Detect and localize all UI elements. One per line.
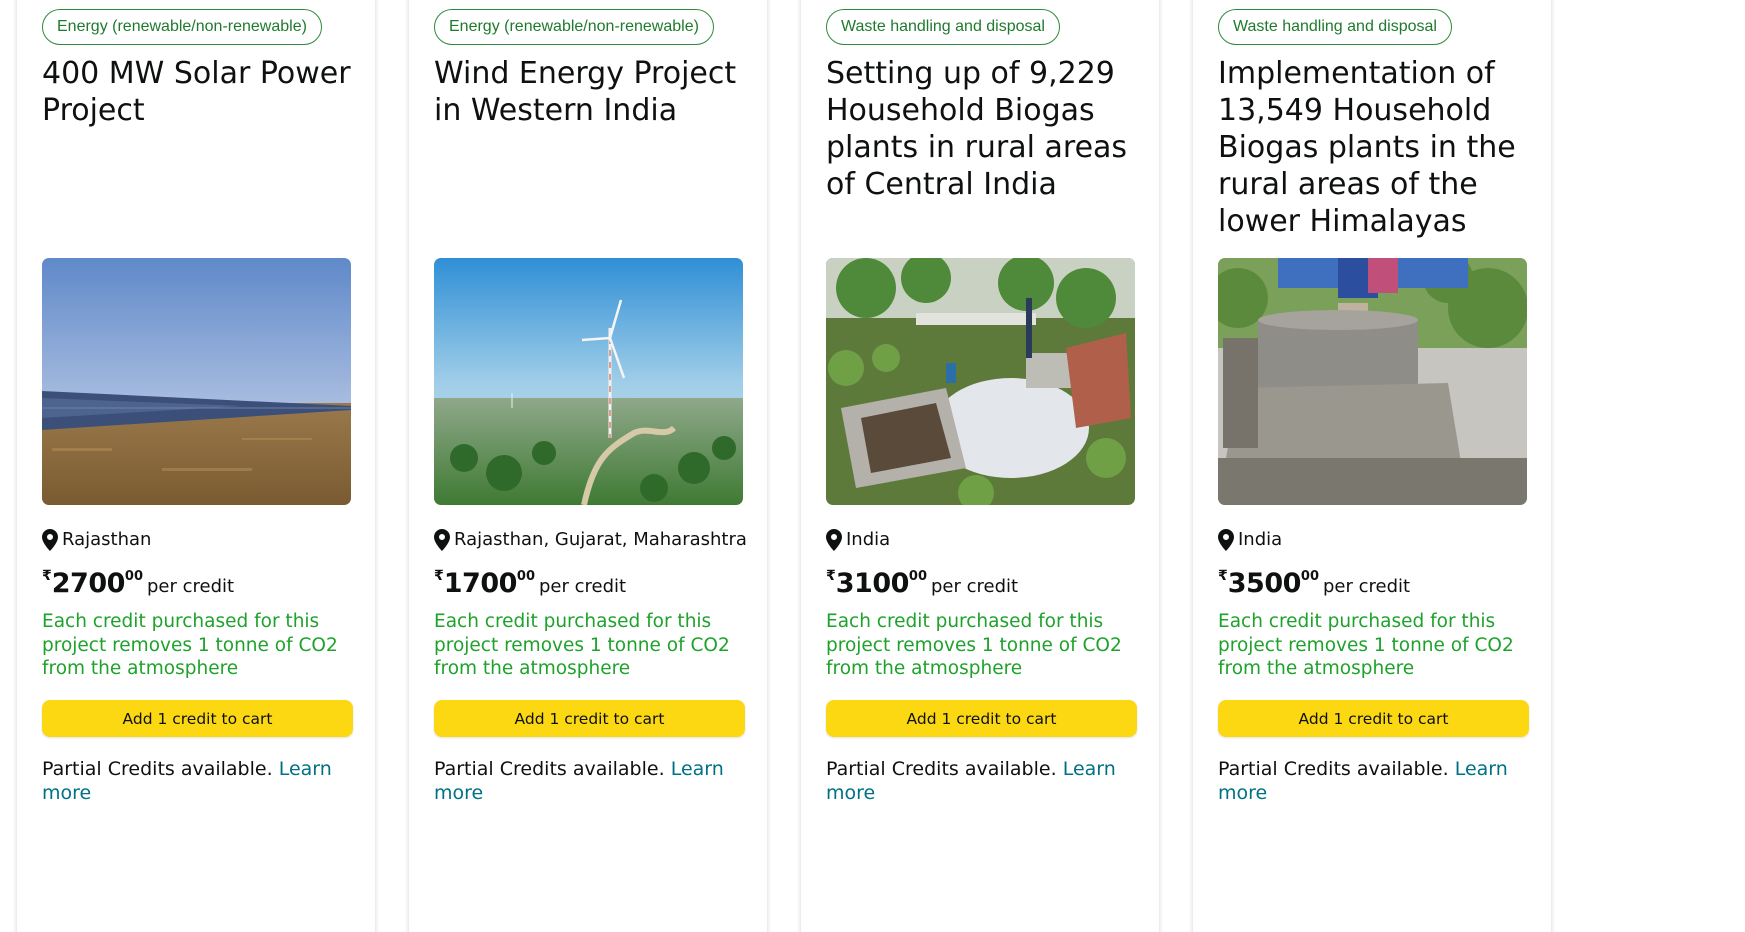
price: ₹270000 per credit [42, 568, 234, 599]
location-pin-icon [434, 529, 450, 551]
location: Rajasthan [42, 528, 151, 552]
currency-symbol: ₹ [826, 568, 836, 584]
price-unit: per credit [539, 576, 627, 597]
project-title[interactable]: Setting up of 9,229 Household Biogas pla… [826, 55, 1138, 245]
add-to-cart-button[interactable]: Add 1 credit to cart [1218, 700, 1529, 737]
currency-symbol: ₹ [1218, 568, 1228, 584]
location: Rajasthan, Gujarat, Maharashtra [434, 528, 747, 552]
currency-symbol: ₹ [42, 568, 52, 584]
add-to-cart-button[interactable]: Add 1 credit to cart [434, 700, 745, 737]
project-title[interactable]: Implementation of 13,549 Household Bioga… [1218, 55, 1530, 245]
price: ₹170000 per credit [434, 568, 626, 599]
impact-text: Each credit purchased for this project r… [434, 611, 730, 679]
location-text: Rajasthan [62, 529, 152, 550]
price-fraction: 00 [516, 569, 535, 584]
currency-symbol: ₹ [434, 568, 444, 584]
add-to-cart-button[interactable]: Add 1 credit to cart [826, 700, 1137, 737]
wind-turbine-photo[interactable] [434, 258, 743, 505]
project-card-solar: Energy (renewable/non-renewable) 400 MW … [17, 0, 375, 932]
biogas-dome-photo[interactable] [1218, 258, 1527, 505]
project-title[interactable]: 400 MW Solar Power Project [42, 55, 354, 245]
impact-text: Each credit purchased for this project r… [1218, 611, 1514, 679]
project-title[interactable]: Wind Energy Project in Western India [434, 55, 746, 245]
location-pin-icon [826, 529, 842, 551]
partial-credits-note: Partial Credits available. Learn more [434, 757, 734, 805]
partial-credits-note: Partial Credits available. Learn more [1218, 757, 1518, 805]
partial-credits-text: Partial Credits available. [1218, 758, 1449, 780]
price-whole: 2700 [51, 568, 126, 599]
category-tag[interactable]: Waste handling and disposal [826, 9, 1060, 45]
price-whole: 1700 [443, 568, 518, 599]
add-to-cart-button[interactable]: Add 1 credit to cart [42, 700, 353, 737]
price-fraction: 00 [124, 569, 143, 584]
price-whole: 3100 [835, 568, 910, 599]
location-pin-icon [42, 529, 58, 551]
category-tag[interactable]: Energy (renewable/non-renewable) [42, 9, 322, 45]
location-text: India [1238, 529, 1283, 550]
partial-credits-text: Partial Credits available. [434, 758, 665, 780]
project-card-grid: Energy (renewable/non-renewable) 400 MW … [0, 0, 1745, 932]
partial-credits-text: Partial Credits available. [826, 758, 1057, 780]
price: ₹310000 per credit [826, 568, 1018, 599]
solar-farm-photo[interactable] [42, 258, 351, 505]
price-unit: per credit [147, 576, 235, 597]
impact-text: Each credit purchased for this project r… [826, 611, 1122, 679]
project-card-biogas-himalayas: Waste handling and disposal Implementati… [1193, 0, 1551, 932]
price-whole: 3500 [1227, 568, 1302, 599]
location: India [1218, 528, 1282, 552]
category-tag[interactable]: Energy (renewable/non-renewable) [434, 9, 714, 45]
project-card-biogas-central: Waste handling and disposal Setting up o… [801, 0, 1159, 932]
price: ₹350000 per credit [1218, 568, 1410, 599]
biogas-plant-photo[interactable] [826, 258, 1135, 505]
partial-credits-text: Partial Credits available. [42, 758, 273, 780]
category-tag[interactable]: Waste handling and disposal [1218, 9, 1452, 45]
price-unit: per credit [1323, 576, 1411, 597]
project-card-wind: Energy (renewable/non-renewable) Wind En… [409, 0, 767, 932]
location-pin-icon [1218, 529, 1234, 551]
location: India [826, 528, 890, 552]
impact-text: Each credit purchased for this project r… [42, 611, 338, 679]
price-fraction: 00 [1300, 569, 1319, 584]
partial-credits-note: Partial Credits available. Learn more [826, 757, 1126, 805]
price-unit: per credit [931, 576, 1019, 597]
price-fraction: 00 [908, 569, 927, 584]
location-text: Rajasthan, Gujarat, Maharashtra [454, 529, 747, 550]
partial-credits-note: Partial Credits available. Learn more [42, 757, 342, 805]
location-text: India [846, 529, 891, 550]
